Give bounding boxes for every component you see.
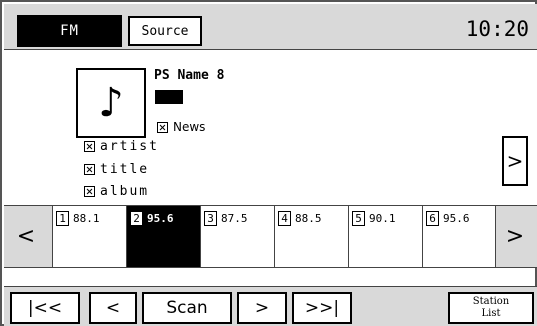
radio-screen: FM Source 10:20 ♪ PS Name 8 News artist … [0,0,537,326]
preset-3[interactable]: 3 87.5 [200,206,274,267]
preset-prev-button[interactable]: < [4,206,48,267]
preset-5[interactable]: 5 90.1 [348,206,422,267]
preset-next-button[interactable]: > [493,206,537,267]
preset-bar: < 1 88.1 2 95.6 3 87.5 4 88.5 5 90.1 6 9… [4,205,537,268]
station-list-label-line2: List [481,308,501,319]
fm-band-button[interactable]: FM [17,15,122,47]
preset-list: 1 88.1 2 95.6 3 87.5 4 88.5 5 90.1 6 95.… [52,206,496,267]
preset-number: 1 [56,211,69,226]
pty-indicator [155,90,183,104]
artist-icon [84,141,95,152]
music-note-icon: ♪ [76,68,146,138]
preset-2[interactable]: 2 95.6 [126,206,200,267]
title-label: title [100,162,150,177]
tune-forward-button[interactable]: > [237,292,287,324]
preset-frequency: 95.6 [443,212,470,225]
album-label: album [100,184,150,199]
preset-frequency: 88.1 [73,212,100,225]
pty-icon [157,121,168,133]
artist-label: artist [100,139,159,154]
preset-1[interactable]: 1 88.1 [52,206,126,267]
source-button[interactable]: Source [128,16,202,46]
clock: 10:20 [465,17,529,41]
station-list-label-line1: Station [472,296,510,307]
seek-back-button[interactable]: |<< [10,292,80,324]
preset-number: 6 [426,211,439,226]
preset-frequency: 87.5 [221,212,248,225]
scan-button[interactable]: Scan [142,292,232,324]
preset-number: 5 [352,211,365,226]
tune-back-button[interactable]: < [89,292,137,324]
preset-number: 4 [278,211,291,226]
preset-6[interactable]: 6 95.6 [422,206,496,267]
ps-name: PS Name 8 [154,68,225,83]
now-playing-panel: ♪ PS Name 8 News artist title album > [4,50,537,205]
top-bar: FM Source 10:20 [4,4,537,50]
title-row: title [84,162,149,177]
preset-number: 2 [130,211,143,226]
artist-row: artist [84,139,159,154]
pty-label: News [173,120,206,134]
preset-4[interactable]: 4 88.5 [274,206,348,267]
preset-frequency: 88.5 [295,212,322,225]
preset-number: 3 [204,211,217,226]
control-bar: |<< < Scan > >>| Station List [4,286,537,326]
preset-frequency: 90.1 [369,212,396,225]
seek-forward-button[interactable]: >>| [292,292,352,324]
title-icon [84,164,95,175]
station-list-button[interactable]: Station List [448,292,534,324]
info-next-button[interactable]: > [502,136,528,186]
album-row: album [84,184,149,199]
pty-row: News [157,120,205,134]
preset-frequency: 95.6 [147,212,174,225]
album-icon [84,186,95,197]
